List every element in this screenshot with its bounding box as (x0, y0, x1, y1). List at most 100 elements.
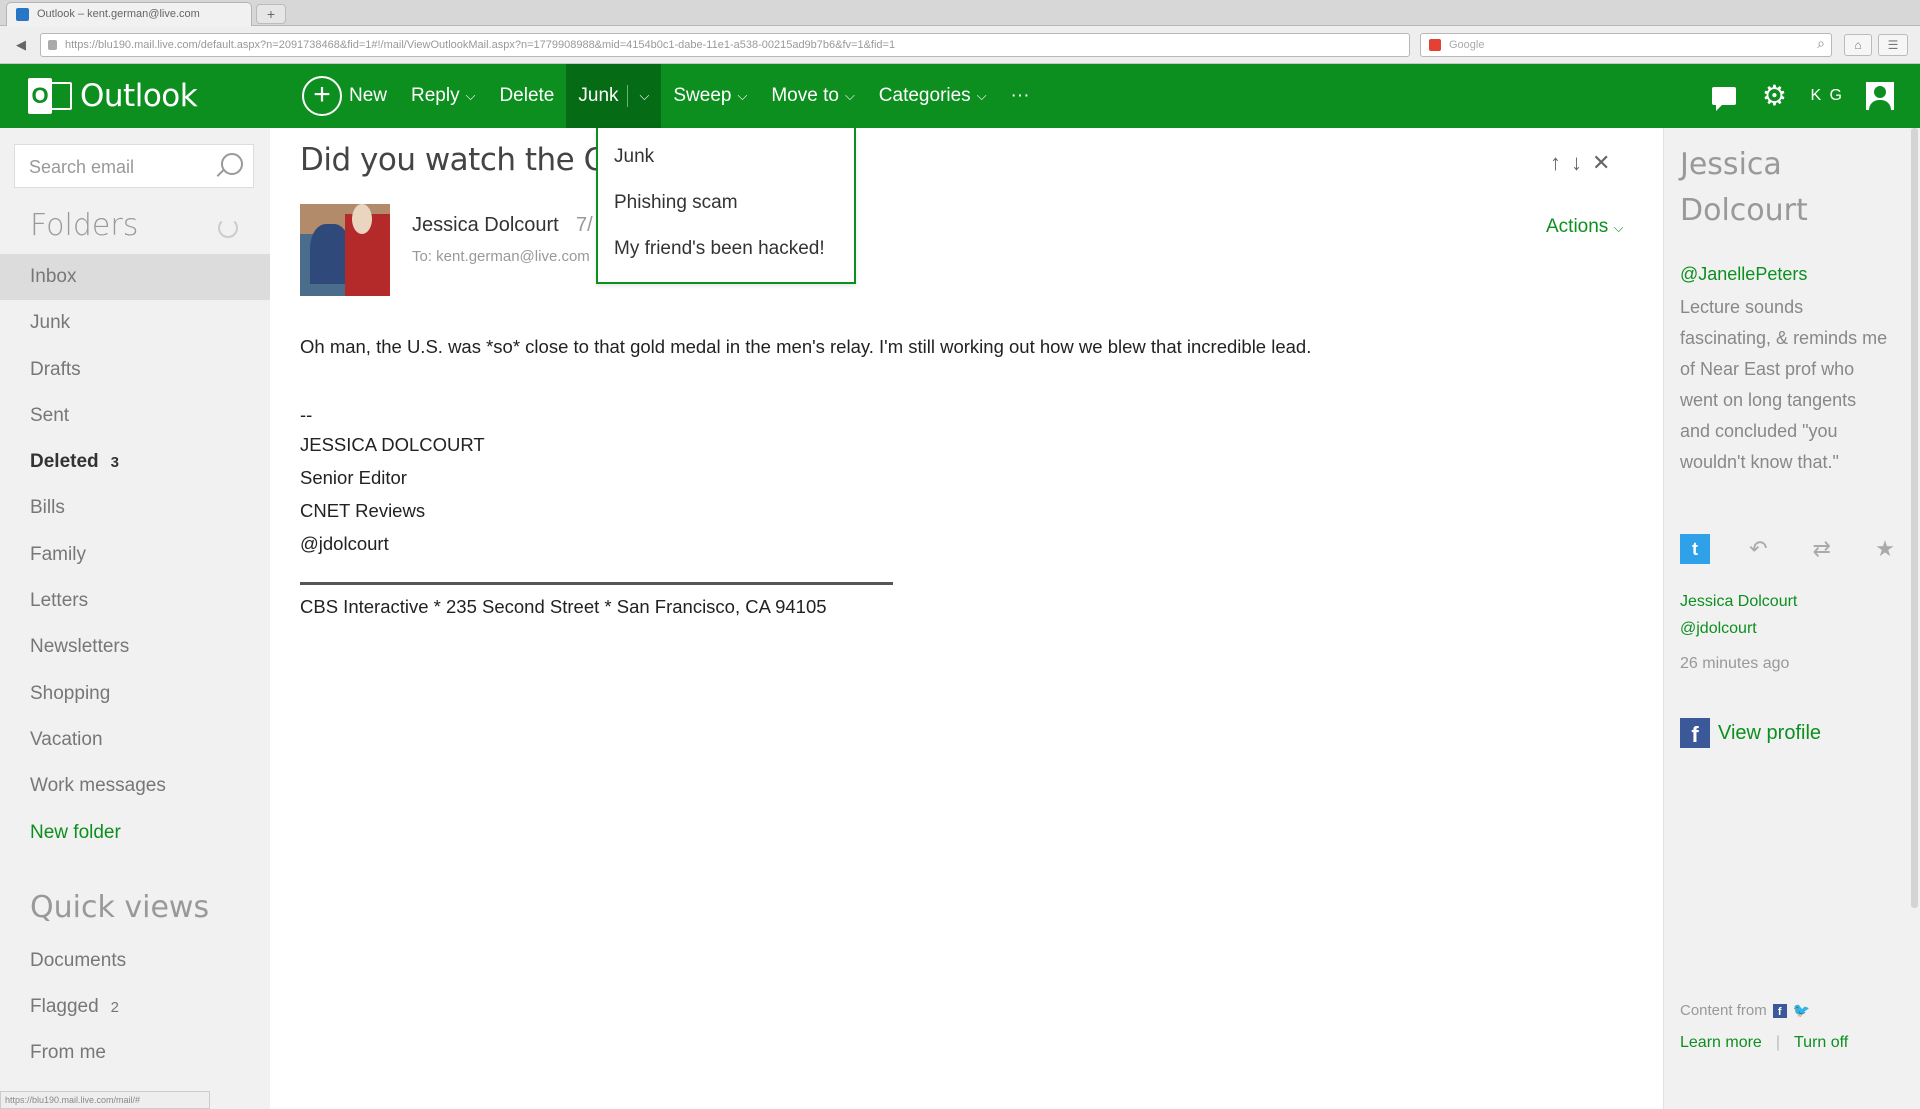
folder-shopping[interactable]: Shopping (0, 671, 270, 717)
outlook-logo[interactable]: O Outlook (28, 76, 198, 116)
browser-tab[interactable]: Outlook – kent.german@live.com (6, 2, 252, 26)
junk-button[interactable]: Junk ⌵ (566, 64, 662, 128)
chevron-down-icon[interactable]: ⌵ (640, 88, 650, 104)
scrollbar[interactable] (1911, 128, 1918, 908)
facebook-icon: f (1772, 1003, 1787, 1018)
signature-separator: -- (300, 404, 313, 425)
contact-first-name: Jessica (1680, 147, 1782, 182)
folder-letters[interactable]: Letters (0, 578, 270, 624)
quick-views-heading[interactable]: Quick views (30, 890, 209, 925)
message-body-text: Oh man, the U.S. was *so* close to that … (300, 336, 1312, 357)
close-icon[interactable]: ✕ (1592, 150, 1610, 176)
folder-vacation[interactable]: Vacation (0, 717, 270, 763)
tweet-mention-link[interactable]: @JanellePeters (1680, 264, 1807, 285)
message-nav-controls: ↑ ↓ ✕ (1550, 150, 1610, 176)
tweet-timestamp: 26 minutes ago (1680, 655, 1790, 672)
folder-work-messages[interactable]: Work messages (0, 763, 270, 809)
categories-button-label: Categories (878, 85, 971, 106)
content-from-label: Content from (1680, 1002, 1767, 1019)
outlook-favicon-icon (16, 8, 29, 21)
back-arrow-icon[interactable]: ◀ (10, 35, 32, 55)
search-input[interactable]: Search email (14, 144, 254, 188)
outlook-logo-text: Outlook (80, 78, 198, 114)
message-footer: CBS Interactive * 235 Second Street * Sa… (300, 596, 827, 617)
address-bar[interactable]: https://blu190.mail.live.com/default.asp… (40, 33, 1410, 57)
link-separator: | (1775, 1034, 1780, 1051)
footer-divider (300, 582, 893, 585)
browser-search-bar[interactable]: Google ⌕ (1420, 33, 1832, 57)
chevron-down-icon: ⌵ (1613, 220, 1624, 235)
folder-family[interactable]: Family (0, 532, 270, 578)
delete-button[interactable]: Delete (487, 64, 566, 128)
previous-message-icon[interactable]: ↑ (1550, 150, 1561, 176)
signature-line: JESSICA DOLCOURT (300, 434, 485, 455)
categories-button[interactable]: Categories ⌵ (867, 64, 999, 128)
turn-off-link[interactable]: Turn off (1794, 1034, 1848, 1052)
gear-icon[interactable]: ⚙ (1760, 82, 1788, 110)
avatar[interactable] (1866, 82, 1894, 110)
actions-label: Actions (1546, 216, 1609, 237)
address-bar-url: https://blu190.mail.live.com/default.asp… (65, 39, 896, 51)
folder-label: Deleted (30, 451, 99, 473)
folder-inbox[interactable]: Inbox (0, 254, 270, 301)
quick-view-count: 2 (110, 999, 120, 1016)
refresh-icon[interactable] (218, 218, 238, 238)
new-folder-link[interactable]: New folder (0, 810, 270, 856)
home-icon[interactable]: ⌂ (1844, 34, 1872, 56)
learn-more-link[interactable]: Learn more (1680, 1034, 1762, 1052)
quick-view-from-me[interactable]: From me (0, 1030, 270, 1076)
new-button[interactable]: + New (290, 64, 399, 128)
search-icon[interactable] (221, 153, 243, 175)
twitter-icon[interactable]: t (1680, 534, 1710, 564)
contact-name[interactable]: Jessica Dolcourt (1680, 142, 1808, 234)
search-icon[interactable]: ⌕ (1817, 35, 1825, 52)
reply-button[interactable]: Reply ⌵ (399, 64, 487, 128)
sender-avatar[interactable] (300, 204, 390, 296)
chevron-down-icon[interactable]: ⌵ (466, 88, 476, 104)
more-commands-button[interactable]: ··· (999, 64, 1042, 128)
social-links: Learn more | Turn off (1680, 1034, 1848, 1052)
folder-label: Sent (30, 404, 70, 426)
folder-pane: Search email Folders Inbox Junk Drafts S… (0, 128, 270, 1109)
quick-view-documents[interactable]: Documents (0, 938, 270, 984)
actions-menu-button[interactable]: Actions ⌵ (1546, 216, 1623, 238)
folder-drafts[interactable]: Drafts (0, 347, 270, 393)
user-initials[interactable]: K G (1810, 87, 1844, 105)
people-pane: Jessica Dolcourt @JanellePeters Lecture … (1663, 128, 1920, 1109)
junk-menu-item-phishing[interactable]: Phishing scam (598, 186, 854, 232)
folder-sent[interactable]: Sent (0, 393, 270, 439)
retweet-icon[interactable]: ⇄ (1807, 536, 1837, 562)
command-toolbar: + New Reply ⌵ Delete Junk ⌵ Sweep ⌵ Move… (290, 64, 1042, 128)
reading-pane: Did you watch the Olympics? ↑ ↓ ✕ Jessic… (270, 128, 1663, 1109)
folder-deleted[interactable]: Deleted 3 (0, 439, 270, 485)
chevron-down-icon: ⌵ (844, 88, 855, 103)
junk-button-label: Junk (578, 85, 619, 106)
folder-label: Vacation (30, 728, 103, 750)
view-profile-label: View profile (1718, 721, 1822, 744)
folder-newsletters[interactable]: Newsletters (0, 624, 270, 670)
tweet-actions: t ↶ ⇄ ★ (1680, 534, 1900, 564)
new-button-label: New (349, 85, 388, 106)
facebook-profile-link[interactable]: f View profile (1680, 718, 1821, 748)
sender-name[interactable]: Jessica Dolcourt (412, 214, 559, 237)
favorite-star-icon[interactable]: ★ (1870, 536, 1900, 562)
tweet-author[interactable]: Jessica Dolcourt @jdolcourt (1680, 588, 1797, 642)
sweep-button[interactable]: Sweep ⌵ (661, 64, 759, 128)
quick-view-flagged[interactable]: Flagged 2 (0, 984, 270, 1030)
content-source: Content from f 🐦 (1680, 1002, 1810, 1019)
folders-heading[interactable]: Folders (30, 208, 138, 243)
reply-icon[interactable]: ↶ (1743, 536, 1773, 562)
browser-menu-icon[interactable]: ☰ (1878, 34, 1908, 56)
tweet-author-name: Jessica Dolcourt (1680, 593, 1798, 610)
quick-view-label: Flagged (30, 996, 99, 1017)
folder-bills[interactable]: Bills (0, 485, 270, 531)
junk-menu-item-hacked[interactable]: My friend's been hacked! (598, 232, 854, 278)
move-to-button[interactable]: Move to ⌵ (759, 64, 866, 128)
next-message-icon[interactable]: ↓ (1571, 150, 1582, 176)
folder-count-badge: 3 (110, 454, 119, 472)
messaging-icon[interactable] (1710, 82, 1738, 111)
junk-menu-item-junk[interactable]: Junk (598, 140, 854, 186)
new-tab-button[interactable]: + (256, 4, 286, 24)
folder-junk[interactable]: Junk (0, 300, 270, 346)
signature-line: @jdolcourt (300, 533, 389, 554)
